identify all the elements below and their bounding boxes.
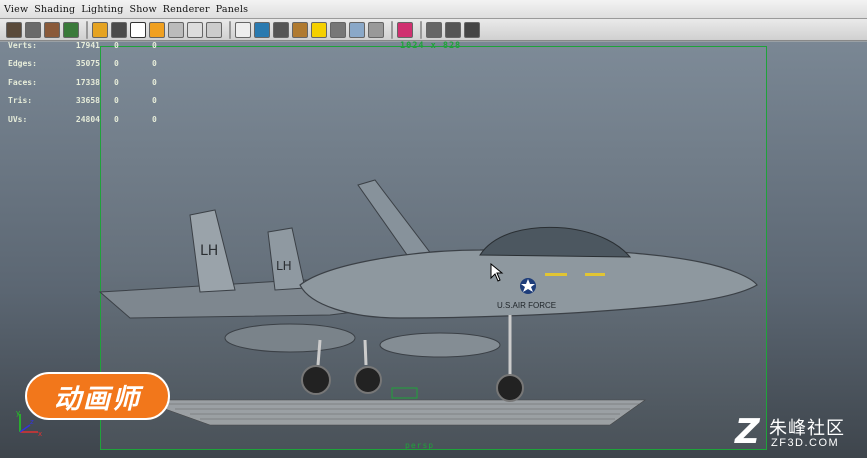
main-wheel-right [354, 366, 382, 394]
axis-x-label: x [38, 430, 42, 438]
aircraft-canopy [479, 226, 632, 258]
ground-grid [139, 399, 646, 426]
aircraft-airbrake [357, 179, 433, 263]
tail-code-left: LH [200, 243, 218, 259]
watermark-left-text: 动画师 [54, 383, 141, 415]
nose-wheel [496, 374, 524, 402]
yellow-stripe [585, 273, 605, 276]
axis-y-label: y [16, 409, 20, 417]
fuel-tank-left [224, 323, 356, 353]
hud-row-edges: Edges: 35075 0 0 [8, 59, 157, 69]
hud-row-faces: Faces: 17338 0 0 [8, 77, 157, 87]
watermark-right-logo: Z [735, 412, 760, 452]
mouse-cursor-icon [490, 263, 504, 282]
poly-count-hud: Verts: 17941 0 0 Edges: 35075 0 0 Faces:… [8, 36, 182, 129]
main-gear-strut [363, 339, 368, 366]
hud-row-tris: Tris: 33658 0 0 [8, 96, 157, 106]
tail-code-right: LH [276, 259, 292, 273]
fuel-tank-right [379, 332, 501, 358]
main-gear-strut [316, 339, 322, 366]
watermark-logo-right: Z 朱峰社区 ZF3D.COM [735, 412, 865, 454]
selection-marker [391, 387, 418, 399]
main-wheel-left [301, 365, 331, 395]
hud-row-verts: Verts: 17941 0 0 [8, 40, 157, 50]
yellow-stripe [545, 273, 567, 276]
hud-row-uvs: UVs: 24804 0 0 [8, 114, 157, 124]
camera-name-label: persp [405, 441, 435, 450]
axis-z-label: z [30, 418, 34, 426]
watermark-right-en: ZF3D.COM [771, 437, 840, 449]
watermark-logo-left: 动画师 [25, 372, 170, 420]
aircraft-marking: U.S.AIR FORCE [497, 301, 556, 310]
